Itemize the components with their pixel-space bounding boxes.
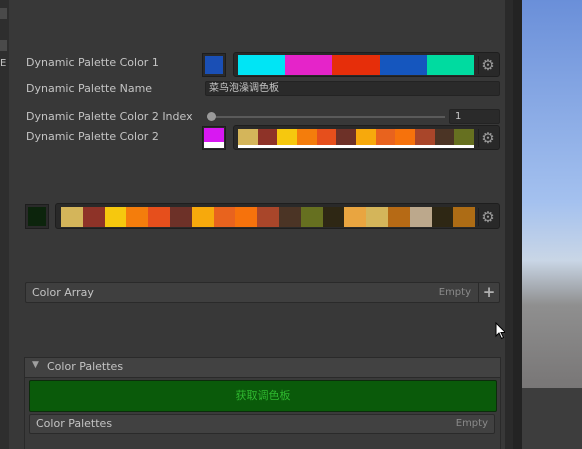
strip-marker: [0, 8, 7, 19]
palette-color-cell[interactable]: [431, 207, 454, 227]
palette-color-cell[interactable]: [238, 129, 258, 145]
palette-color-cell[interactable]: [366, 207, 388, 227]
color2-swatch-fill: [204, 128, 224, 142]
strip-marker: [0, 40, 7, 51]
color-array-bar[interactable]: Color Array Empty +: [25, 282, 500, 303]
scene-bottom-panel: [522, 388, 582, 449]
palette-color-cell[interactable]: [356, 129, 376, 145]
scene-divider[interactable]: [505, 0, 513, 449]
color2-index-label: Dynamic Palette Color 2 Index: [26, 110, 193, 123]
palette-color-cell[interactable]: [409, 207, 432, 227]
color-array-title: Color Array: [32, 286, 94, 299]
color1-swatch[interactable]: [202, 53, 226, 77]
color2-alpha-bar: [238, 145, 474, 148]
palette-color-cell[interactable]: [426, 55, 475, 75]
color1-palette-box[interactable]: ⚙: [233, 52, 500, 77]
inspector-panel: Dynamic Palette Color 1 ⚙ Dynamic Palett…: [9, 0, 507, 449]
strip-letter: E: [0, 58, 7, 69]
plus-icon[interactable]: +: [478, 283, 499, 302]
palette-color-cell[interactable]: [300, 207, 323, 227]
color2-label: Dynamic Palette Color 2: [26, 130, 159, 143]
color-palettes-inner-bar[interactable]: Color Palettes Empty: [29, 414, 495, 434]
palette-color-cell[interactable]: [415, 129, 435, 145]
color1-swatch-fill: [205, 56, 223, 74]
palette-color-cell[interactable]: [395, 129, 416, 145]
gear-icon[interactable]: ⚙: [478, 129, 497, 147]
color1-palette-strip: [238, 55, 475, 75]
palette-color-cell[interactable]: [257, 207, 279, 227]
palette-color-cell[interactable]: [297, 129, 317, 145]
color1-label: Dynamic Palette Color 1: [26, 56, 159, 69]
palette-color-cell[interactable]: [277, 129, 298, 145]
palette-name-field[interactable]: 菜鸟泡澡调色板: [205, 81, 500, 96]
palette-color-cell[interactable]: [387, 207, 410, 227]
color-palettes-inner-empty: Empty: [455, 418, 488, 429]
big-palette-swatch[interactable]: [25, 204, 49, 229]
color2-palette-box[interactable]: ⚙: [233, 125, 500, 150]
palette-color-cell[interactable]: [322, 207, 345, 227]
big-palette-box[interactable]: ⚙: [55, 203, 500, 229]
fetch-palette-button[interactable]: 获取调色板: [29, 380, 497, 412]
palette-color-cell[interactable]: [379, 55, 427, 75]
big-palette-swatch-fill: [28, 207, 46, 226]
palette-name-label: Dynamic Palette Name: [26, 82, 153, 95]
palette-color-cell[interactable]: [213, 207, 236, 227]
palette-color-cell[interactable]: [148, 207, 170, 227]
color2-palette-strip: [238, 129, 475, 145]
palette-color-cell[interactable]: [278, 207, 301, 227]
color-array-empty: Empty: [438, 287, 471, 298]
color2-index-field[interactable]: 1: [449, 109, 500, 124]
color2-index-slider-track[interactable]: [207, 116, 445, 118]
palette-color-cell[interactable]: [169, 207, 192, 227]
gear-icon[interactable]: ⚙: [478, 208, 497, 226]
palette-color-cell[interactable]: [453, 207, 476, 227]
big-palette-strip: [61, 207, 476, 227]
left-editor-strip: E: [0, 0, 9, 449]
palette-color-cell[interactable]: [104, 207, 127, 227]
color-palettes-section: ▼ Color Palettes 获取调色板 Color Palettes Em…: [24, 357, 501, 449]
palette-color-cell[interactable]: [375, 129, 396, 145]
palette-color-cell[interactable]: [235, 207, 258, 227]
palette-color-cell[interactable]: [126, 207, 149, 227]
scene-view[interactable]: [522, 0, 582, 449]
color-palettes-header-label: Color Palettes: [47, 360, 124, 373]
palette-color-cell[interactable]: [332, 55, 380, 75]
palette-color-cell[interactable]: [434, 129, 455, 145]
palette-color-cell[interactable]: [238, 55, 286, 75]
color-palettes-inner-title: Color Palettes: [36, 417, 113, 430]
color2-swatch-alpha: [204, 142, 224, 148]
scene-scrollbar[interactable]: [513, 0, 522, 449]
gear-icon[interactable]: ⚙: [478, 56, 497, 74]
palette-color-cell[interactable]: [344, 207, 367, 227]
palette-color-cell[interactable]: [191, 207, 214, 227]
palette-color-cell[interactable]: [454, 129, 475, 145]
color2-index-slider-thumb[interactable]: [207, 112, 216, 121]
palette-color-cell[interactable]: [61, 207, 83, 227]
palette-color-cell[interactable]: [336, 129, 357, 145]
palette-color-cell[interactable]: [316, 129, 337, 145]
palette-color-cell[interactable]: [82, 207, 105, 227]
color2-swatch[interactable]: [202, 126, 226, 150]
palette-color-cell[interactable]: [257, 129, 278, 145]
triangle-down-icon[interactable]: ▼: [32, 360, 39, 370]
palette-color-cell[interactable]: [285, 55, 333, 75]
color-palettes-header[interactable]: ▼ Color Palettes: [25, 358, 500, 378]
